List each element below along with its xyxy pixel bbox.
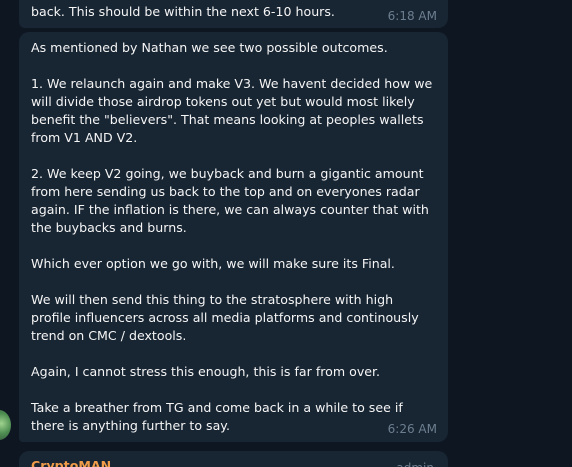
message-timestamp: 6:18 AM bbox=[387, 9, 437, 23]
sender-name[interactable]: CryptoMAN bbox=[31, 458, 111, 467]
avatar[interactable] bbox=[0, 410, 11, 440]
sender-role-badge: admin bbox=[396, 459, 434, 467]
message-text: As mentioned by Nathan we see two possib… bbox=[31, 40, 433, 433]
message-bubble-main[interactable]: As mentioned by Nathan we see two possib… bbox=[19, 32, 448, 442]
message-text: back. This should be within the next 6-1… bbox=[31, 4, 335, 19]
message-bubble-previous[interactable]: back. This should be within the next 6-1… bbox=[19, 0, 448, 28]
chat-view: back. This should be within the next 6-1… bbox=[0, 0, 572, 467]
message-timestamp: 6:26 AM bbox=[387, 422, 437, 436]
message-bubble-next[interactable]: CryptoMAN admin bbox=[19, 451, 448, 467]
